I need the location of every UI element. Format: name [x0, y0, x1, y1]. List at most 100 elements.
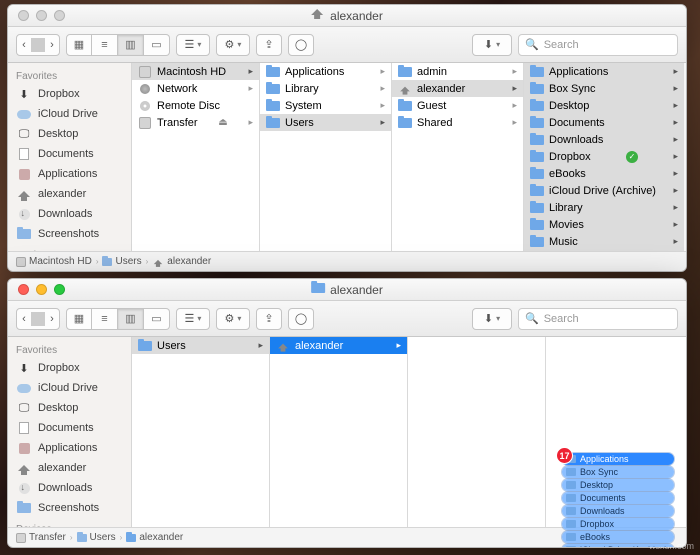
list-item[interactable]: Transfer ⏏	[132, 114, 259, 131]
titlebar[interactable]: alexander	[8, 279, 686, 301]
tags-button[interactable]: ◯	[288, 308, 314, 330]
list-item[interactable]: Movies	[524, 216, 684, 233]
sidebar-item-documents[interactable]: Documents	[8, 144, 131, 164]
view-column-button[interactable]: ▥	[118, 308, 144, 330]
list-item[interactable]: Users	[260, 114, 391, 131]
arrange-menu[interactable]: ☰	[176, 308, 210, 330]
list-item[interactable]: admin	[392, 63, 523, 80]
column-3[interactable]: adminalexanderGuestShared	[392, 63, 524, 251]
list-item[interactable]: Shared	[392, 114, 523, 131]
column-1[interactable]: Users	[132, 337, 270, 527]
sidebar-item-screenshots[interactable]: Screenshots	[8, 498, 131, 518]
path-seg-1[interactable]: Macintosh HD	[16, 256, 92, 267]
sidebar-item-documents[interactable]: Documents	[8, 418, 131, 438]
list-item[interactable]: Documents	[524, 114, 684, 131]
list-item[interactable]: System	[260, 97, 391, 114]
list-item[interactable]: Desktop	[524, 97, 684, 114]
list-item[interactable]: Applications	[260, 63, 391, 80]
sidebar-item-downloads[interactable]: Downloads	[8, 204, 131, 224]
view-list-button[interactable]: ≡	[92, 308, 118, 330]
list-item[interactable]: Downloads	[524, 131, 684, 148]
sidebar-item-dropbox[interactable]: ⬇Dropbox	[8, 358, 131, 378]
column-4[interactable]: ApplicationsBox SyncDesktopDocumentsDown…	[524, 63, 684, 251]
list-item[interactable]: Dropbox✓	[524, 148, 684, 165]
back-button[interactable]: ‹	[17, 313, 31, 325]
cloud-icon	[16, 107, 32, 121]
list-item[interactable]: Pictures	[524, 250, 684, 251]
search-field[interactable]: 🔍 Search	[518, 308, 678, 330]
list-item[interactable]: Library	[524, 199, 684, 216]
close-button[interactable]	[18, 10, 29, 21]
sidebar-item-desktop[interactable]: 🖵Desktop	[8, 398, 131, 418]
path-seg-2[interactable]: Users	[102, 256, 141, 267]
sidebar-item-desktop[interactable]: 🖵Desktop	[8, 124, 131, 144]
list-item[interactable]: Music	[524, 233, 684, 250]
action-menu[interactable]: ⚙	[216, 34, 250, 56]
column-2[interactable]: ApplicationsLibrarySystemUsers	[260, 63, 392, 251]
share-button[interactable]: ⇪	[256, 34, 282, 56]
dropbox-menu[interactable]: ⬇	[472, 308, 512, 330]
path-seg-3[interactable]: alexander	[152, 256, 211, 267]
sidebar-item-applications[interactable]: Applications	[8, 438, 131, 458]
nav-buttons[interactable]: ‹›	[16, 34, 60, 56]
arrange-menu[interactable]: ☰	[176, 34, 210, 56]
close-button[interactable]	[18, 284, 29, 295]
zoom-button[interactable]	[54, 284, 65, 295]
view-icon-button[interactable]: ▦	[66, 34, 92, 56]
column-1[interactable]: Macintosh HDNetworkRemote Disc Transfer ⏏	[132, 63, 260, 251]
forward-button[interactable]: ›	[45, 313, 59, 325]
sidebar-item-screenshots[interactable]: Screenshots	[8, 224, 131, 244]
path-seg-1[interactable]: Transfer	[16, 532, 66, 543]
zoom-button[interactable]	[54, 10, 65, 21]
sidebar-item-icloud[interactable]: iCloud Drive	[8, 104, 131, 124]
list-item[interactable]: Box Sync	[524, 80, 684, 97]
view-gallery-button[interactable]: ▭	[144, 34, 170, 56]
view-icon-button[interactable]: ▦	[66, 308, 92, 330]
view-gallery-button[interactable]: ▭	[144, 308, 170, 330]
back-button[interactable]: ‹	[17, 39, 31, 51]
list-item[interactable]: Applications	[524, 63, 684, 80]
dropbox-menu[interactable]: ⬇	[472, 34, 512, 56]
forward-button[interactable]: ›	[45, 39, 59, 51]
tags-button[interactable]: ◯	[288, 34, 314, 56]
item-label: Library	[549, 202, 583, 214]
action-menu[interactable]: ⚙	[216, 308, 250, 330]
minimize-button[interactable]	[36, 284, 47, 295]
item-label: Transfer	[157, 117, 198, 129]
view-list-button[interactable]: ≡	[92, 34, 118, 56]
item-icon	[138, 100, 152, 112]
list-item[interactable]: iCloud Drive (Archive)	[524, 182, 684, 199]
item-label: Users	[157, 340, 186, 352]
sidebar-item-downloads[interactable]: Downloads	[8, 478, 131, 498]
sidebar-heading-devices: Devices	[8, 518, 131, 527]
list-item[interactable]: alexander	[270, 337, 407, 354]
path-seg-3[interactable]: alexander	[126, 532, 183, 543]
sidebar-item-alexander[interactable]: alexander	[8, 458, 131, 478]
item-label: Movies	[549, 219, 584, 231]
column-3[interactable]	[408, 337, 546, 527]
list-item[interactable]: Library	[260, 80, 391, 97]
minimize-button[interactable]	[36, 10, 47, 21]
list-item[interactable]: Users	[132, 337, 269, 354]
eject-icon[interactable]: ⏏	[218, 117, 227, 128]
sidebar-item-icloud[interactable]: iCloud Drive	[8, 378, 131, 398]
nav-buttons[interactable]: ‹›	[16, 308, 60, 330]
titlebar[interactable]: alexander	[8, 5, 686, 27]
view-column-button[interactable]: ▥	[118, 34, 144, 56]
list-item[interactable]: Guest	[392, 97, 523, 114]
search-field[interactable]: 🔍 Search	[518, 34, 678, 56]
path-seg-2[interactable]: Users	[77, 532, 116, 543]
sidebar-item-applications[interactable]: Applications	[8, 164, 131, 184]
list-item[interactable]: Macintosh HD	[132, 63, 259, 80]
sidebar-item-alexander[interactable]: alexander	[8, 184, 131, 204]
list-item[interactable]: Network	[132, 80, 259, 97]
share-button[interactable]: ⇪	[256, 308, 282, 330]
list-item[interactable]: Remote Disc	[132, 97, 259, 114]
chevron-icon: ›	[144, 257, 151, 266]
column-2[interactable]: alexander	[270, 337, 408, 527]
sidebar-item-dropbox[interactable]: ⬇Dropbox	[8, 84, 131, 104]
list-item[interactable]: alexander	[392, 80, 523, 97]
item-icon	[138, 340, 152, 352]
path-bar[interactable]: Macintosh HD › Users › alexander	[8, 251, 686, 271]
list-item[interactable]: eBooks	[524, 165, 684, 182]
